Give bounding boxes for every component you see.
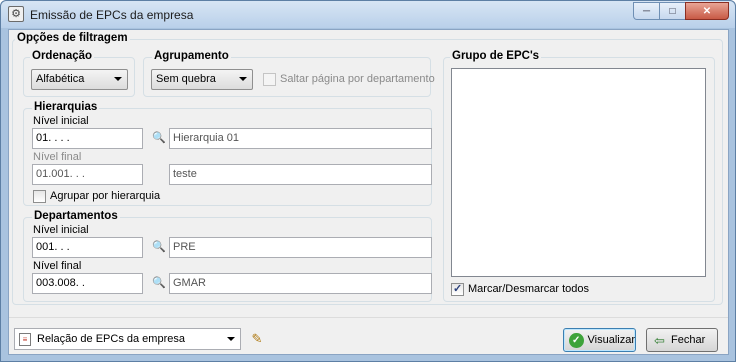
grouping-value: Sem quebra xyxy=(156,73,216,85)
skip-page-checkbox[interactable] xyxy=(263,73,276,86)
toggle-all-checkbox[interactable] xyxy=(451,282,464,296)
ordering-select[interactable]: Alfabética xyxy=(31,69,128,90)
group-by-hierarchy-label: Agrupar por hierarquia xyxy=(50,190,161,202)
grouping-group: Agrupamento Sem quebra Saltar página por… xyxy=(143,50,435,97)
close-button[interactable]: ✕ xyxy=(685,2,729,20)
hierarchy-initial-code-input[interactable]: 01. . . . xyxy=(32,128,143,149)
minimize-button[interactable]: ─ xyxy=(633,2,660,20)
hierarchy-initial-name-field: Hierarquia 01 xyxy=(169,128,432,149)
filter-options-title: Opções de filtragem xyxy=(15,32,130,44)
magnifier-icon[interactable]: 🔍 xyxy=(152,241,166,253)
hierarchies-group: Hierarquias Nível inicial 01. . . . 🔍 Hi… xyxy=(23,101,432,206)
departments-title: Departamentos xyxy=(32,210,120,222)
departments-group: Departamentos Nível inicial 001. . . 🔍 P… xyxy=(23,210,432,302)
chevron-down-icon xyxy=(239,77,247,81)
ordering-group: Ordenação Alfabética xyxy=(23,50,135,97)
skip-page-label: Saltar página por departamento xyxy=(280,73,435,85)
check-circle-icon: ✓ xyxy=(569,332,584,348)
chevron-down-icon xyxy=(227,337,235,341)
hierarchy-final-label: Nível final xyxy=(33,151,82,163)
chevron-down-icon xyxy=(114,77,122,81)
magnifier-icon[interactable]: 🔍 xyxy=(152,277,166,289)
magnifier-icon[interactable]: 🔍 xyxy=(152,132,166,144)
close-window-button[interactable]: ⇦ Fechar xyxy=(646,328,718,352)
preview-button[interactable]: ✓ Visualizar xyxy=(563,328,636,352)
preview-label: Visualizar xyxy=(587,334,636,346)
main-window: ⚙ Emissão de EPCs da empresa ─ □ ✕ Opçõe… xyxy=(0,0,736,362)
epc-group-panel: Grupo de EPC's Marcar/Desmarcar todos xyxy=(443,50,715,302)
client-area: Opções de filtragem Ordenação Alfabética… xyxy=(8,29,729,355)
window-title: Emissão de EPCs da empresa xyxy=(30,8,194,22)
department-final-name-field: GMAR xyxy=(169,273,432,294)
epc-group-title: Grupo de EPC's xyxy=(450,50,542,62)
close-label: Fechar xyxy=(671,334,706,346)
department-initial-code-input[interactable]: 001. . . xyxy=(32,237,143,258)
maximize-button[interactable]: □ xyxy=(659,2,686,20)
edit-icon[interactable]: ✎ xyxy=(249,331,265,347)
filter-options-group: Opções de filtragem Ordenação Alfabética… xyxy=(12,32,723,305)
department-initial-label: Nível inicial xyxy=(33,224,89,236)
hierarchy-final-code-input[interactable]: 01.001. . . xyxy=(32,164,143,185)
title-bar: ⚙ Emissão de EPCs da empresa ─ □ ✕ xyxy=(1,1,735,28)
group-by-hierarchy-checkbox[interactable] xyxy=(33,190,46,203)
hierarchy-final-name-field: teste xyxy=(169,164,432,185)
hierarchy-initial-label: Nível inicial xyxy=(33,115,89,127)
epc-group-list[interactable] xyxy=(451,68,706,277)
report-value: Relação de EPCs da empresa xyxy=(37,333,185,345)
department-final-label: Nível final xyxy=(33,260,82,272)
exit-icon: ⇦ xyxy=(654,332,665,348)
report-select[interactable]: ≡ Relação de EPCs da empresa xyxy=(14,328,241,350)
hierarchies-title: Hierarquias xyxy=(32,101,100,113)
footer-divider xyxy=(9,317,728,318)
department-initial-name-field: PRE xyxy=(169,237,432,258)
grouping-title: Agrupamento xyxy=(152,50,231,62)
report-icon: ≡ xyxy=(19,333,31,346)
app-icon[interactable]: ⚙ xyxy=(8,6,24,22)
toggle-all-label: Marcar/Desmarcar todos xyxy=(468,283,590,295)
ordering-value: Alfabética xyxy=(36,73,85,85)
ordering-title: Ordenação xyxy=(30,50,95,62)
department-final-code-input[interactable]: 003.008. . xyxy=(32,273,143,294)
window-controls: ─ □ ✕ xyxy=(633,2,729,20)
grouping-select[interactable]: Sem quebra xyxy=(151,69,253,90)
